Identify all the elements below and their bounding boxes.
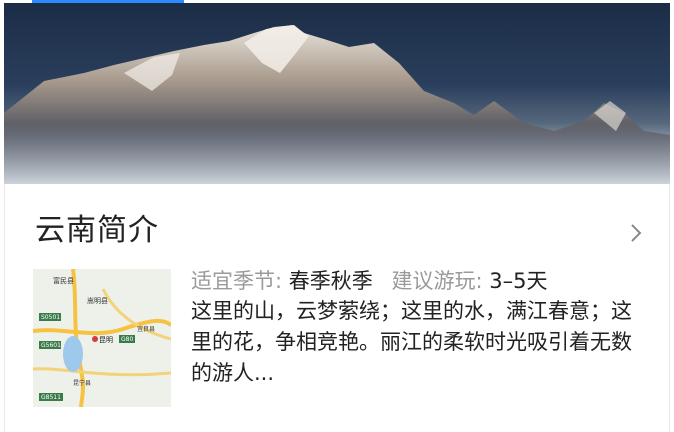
duration-label: 建议游玩: <box>391 269 483 293</box>
map-label: G5601 <box>41 342 61 349</box>
chevron-right-icon[interactable] <box>625 222 647 244</box>
map-label: G80 <box>121 336 133 343</box>
meta-row: 适宜季节: 春季秋季 建议游玩: 3–5天 <box>191 266 559 296</box>
map-label: G8511 <box>41 394 61 401</box>
season-value: 春季秋季 <box>288 269 373 293</box>
duration-value: 3–5天 <box>489 269 548 293</box>
yunnan-intro-card[interactable]: 云南简介 富民县 嵩明县 S0501 G5601 G80 G8511 昆明 宜良… <box>4 184 670 432</box>
hero-image <box>4 3 670 184</box>
intro-description: 这里的山，云梦萦绕；这里的水，满江春意；这里的花，争相竞艳。丽江的柔软时光吸引着… <box>191 299 632 385</box>
map-label: S0501 <box>41 314 60 321</box>
season-label: 适宜季节: <box>191 269 283 293</box>
map-label: 嵩明县 <box>87 297 108 305</box>
map-label: 富民县 <box>53 276 74 285</box>
map-thumbnail[interactable]: 富民县 嵩明县 S0501 G5601 G80 G8511 昆明 宜良县 昆宁县 <box>33 269 171 407</box>
card-title: 云南简介 <box>35 213 159 248</box>
map-label: 昆宁县 <box>73 379 91 387</box>
map-label: 昆明 <box>99 336 113 344</box>
map-label: 宜良县 <box>137 325 155 333</box>
